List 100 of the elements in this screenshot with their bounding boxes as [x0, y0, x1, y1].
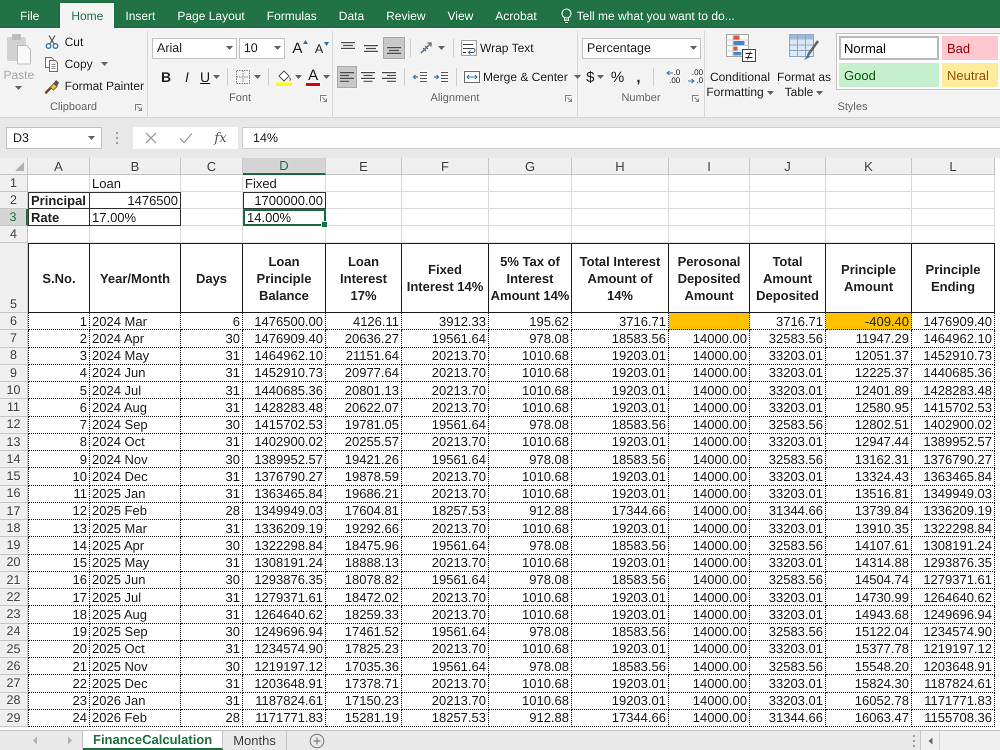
wrap-text-button[interactable]: Wrap Text	[459, 37, 536, 59]
dialog-launcher-icon[interactable]	[565, 94, 572, 102]
ribbon-tab[interactable]: Data	[328, 3, 376, 28]
tell-me-field[interactable]: Tell me what you want to do...	[576, 8, 752, 22]
column-header[interactable]: L	[912, 158, 995, 175]
row-header[interactable]: 6	[0, 313, 28, 330]
ribbon-tab[interactable]: Page Layout	[166, 3, 256, 28]
font-name-dropdown[interactable]: Arial	[152, 38, 237, 58]
conditional-formatting-button[interactable]: Conditional Formatting	[705, 31, 775, 97]
ribbon-tab[interactable]: Acrobat	[484, 3, 548, 28]
cell-style-option[interactable]: Normal	[839, 36, 939, 60]
row-header[interactable]: 24	[0, 624, 28, 641]
table-cell: 1234574.90	[912, 624, 995, 641]
column-header[interactable]: F	[402, 158, 489, 175]
new-sheet-button[interactable]	[308, 731, 325, 750]
row-header[interactable]: 18	[0, 520, 28, 538]
font-color-button[interactable]: A	[304, 66, 332, 88]
formula-field[interactable]: 14%	[242, 127, 1000, 149]
row-header[interactable]: 4	[0, 226, 28, 243]
table-cell: 1293876.35	[243, 572, 326, 589]
font-size-dropdown[interactable]: 10	[238, 38, 285, 58]
row-header[interactable]: 7	[0, 330, 28, 348]
align-left-button[interactable]	[337, 66, 357, 88]
ribbon-tab[interactable]: Formulas	[256, 3, 328, 28]
decrease-decimal-button[interactable]: .00 .0	[682, 66, 704, 88]
row-header[interactable]: 10	[0, 382, 28, 400]
insert-function-button[interactable]: fx	[203, 127, 238, 149]
merge-center-button[interactable]: Merge & Center	[462, 66, 583, 88]
table-cell: 19203.01	[572, 675, 669, 692]
format-as-table-button[interactable]: Format as Table	[775, 31, 833, 97]
row-header[interactable]: 14	[0, 451, 28, 468]
row-header[interactable]: 21	[0, 572, 28, 589]
underline-button[interactable]: U	[198, 66, 222, 88]
row-header[interactable]: 9	[0, 364, 28, 382]
caret-icon	[226, 46, 233, 50]
shrink-font-button[interactable]: A	[312, 37, 332, 59]
row-header[interactable]: 13	[0, 434, 28, 451]
format-painter-button[interactable]: Format Painter	[40, 75, 147, 96]
row-header[interactable]: 19	[0, 537, 28, 554]
row-header[interactable]: 25	[0, 640, 28, 658]
row-header[interactable]: 3	[0, 209, 28, 226]
row-header[interactable]: 1	[0, 175, 28, 192]
ribbon-tab[interactable]: Home	[60, 3, 114, 28]
ribbon-tab[interactable]: View	[436, 3, 484, 28]
percent-button[interactable]: %	[607, 66, 628, 88]
column-header[interactable]: G	[489, 158, 572, 175]
ribbon-tab[interactable]: File	[9, 3, 50, 28]
row-header[interactable]: 2	[0, 192, 28, 209]
cell-style-option[interactable]: Good	[839, 63, 939, 87]
increase-decimal-button[interactable]: .0 .00	[659, 66, 682, 88]
column-header[interactable]: A	[28, 158, 90, 175]
table-cell: 31	[181, 348, 243, 365]
row-header[interactable]: 28	[0, 692, 28, 710]
table-cell: 19878.59	[326, 468, 402, 486]
column-header[interactable]: H	[572, 158, 669, 175]
ribbon-tab[interactable]: Review	[375, 3, 436, 28]
sheet-tab[interactable]: FinanceCalculation	[83, 731, 224, 750]
align-bottom-button[interactable]	[383, 37, 405, 59]
dialog-launcher-icon[interactable]	[692, 94, 699, 102]
row-header[interactable]: 26	[0, 658, 28, 676]
column-header[interactable]: I	[669, 158, 750, 175]
row-header[interactable]: 12	[0, 416, 28, 434]
table-cell: 19203.01	[572, 468, 669, 486]
table-cell: 2025 Jun	[90, 572, 181, 589]
row-header[interactable]: 15	[0, 468, 28, 486]
row-header[interactable]: 16	[0, 486, 28, 503]
column-header[interactable]: K	[826, 158, 912, 175]
row-header[interactable]: 8	[0, 348, 28, 365]
name-box[interactable]: D3	[6, 127, 102, 149]
comma-style-button[interactable]: ,	[628, 66, 648, 88]
column-header[interactable]: D	[243, 158, 326, 175]
number-format-dropdown[interactable]: Percentage	[582, 38, 701, 58]
row-header[interactable]: 22	[0, 589, 28, 606]
column-header[interactable]: B	[90, 158, 181, 175]
column-header[interactable]: C	[181, 158, 243, 175]
cut-button[interactable]: Cut	[40, 31, 147, 52]
row-header[interactable]: 29	[0, 710, 28, 727]
row-header[interactable]: 23	[0, 606, 28, 624]
row-header[interactable]: 5	[0, 243, 28, 313]
grow-font-button[interactable]: A	[290, 37, 311, 59]
horizontal-scrollbar[interactable]	[920, 731, 1000, 750]
bold-button[interactable]: B	[156, 66, 176, 88]
fill-handle[interactable]	[321, 221, 328, 228]
table-cell: 20213.70	[402, 486, 489, 503]
cell-style-option[interactable]: Bad	[942, 36, 998, 60]
dialog-launcher-icon[interactable]	[320, 94, 327, 102]
row-header[interactable]: 27	[0, 675, 28, 692]
currency-button[interactable]: $	[584, 66, 606, 88]
ribbon-tab[interactable]: Insert	[114, 3, 166, 28]
row-header[interactable]: 11	[0, 399, 28, 416]
cell-style-option[interactable]: Neutral	[942, 63, 998, 87]
copy-button[interactable]: Copy	[40, 53, 147, 74]
row-header[interactable]: 20	[0, 554, 28, 572]
row-header[interactable]: 17	[0, 502, 28, 520]
cancel-button[interactable]	[133, 127, 168, 149]
column-header[interactable]: J	[750, 158, 826, 175]
column-header[interactable]: E	[326, 158, 402, 175]
dialog-launcher-icon[interactable]	[135, 104, 142, 110]
sheet-tab[interactable]: Months	[223, 731, 287, 750]
italic-button[interactable]: I	[177, 66, 197, 88]
